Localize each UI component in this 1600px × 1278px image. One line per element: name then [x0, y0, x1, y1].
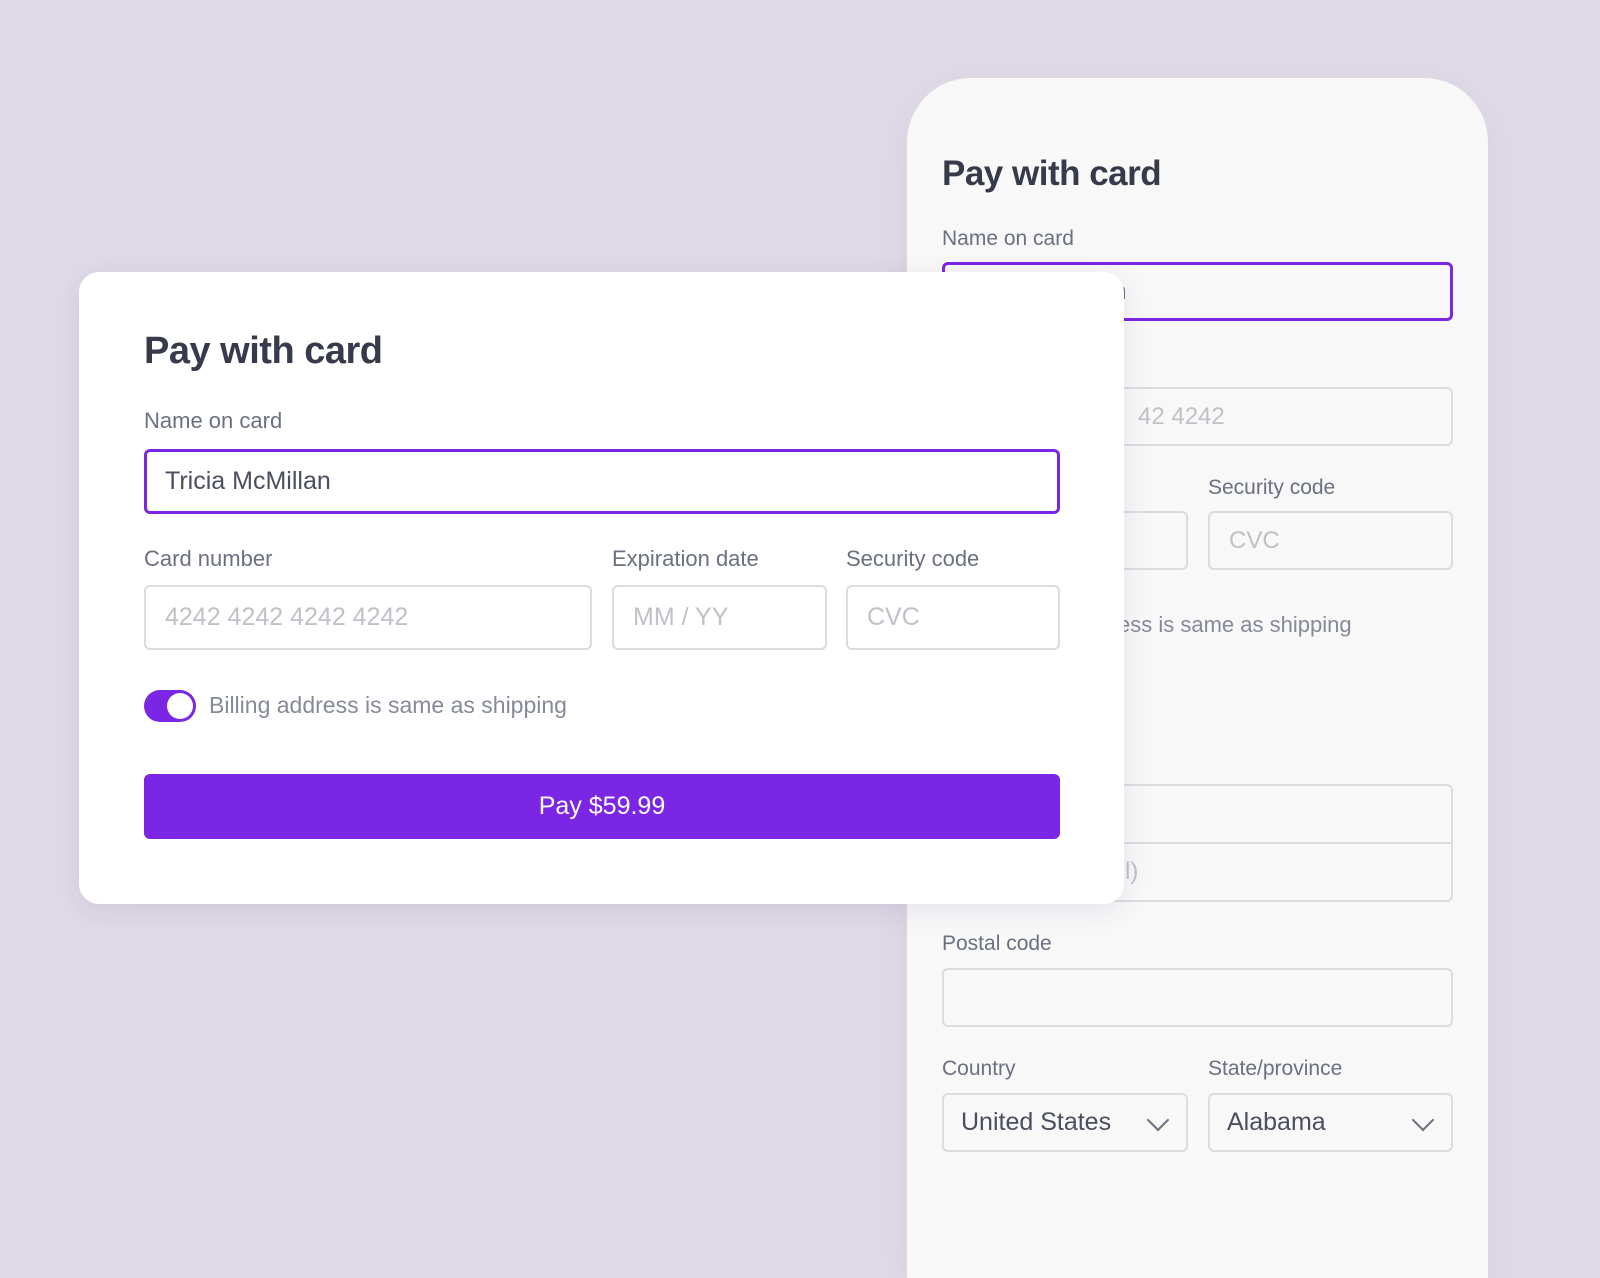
- state-select[interactable]: Alabama: [1208, 1093, 1453, 1152]
- postal-code-label: Postal code: [942, 932, 1052, 955]
- expiration-date-placeholder: MM / YY: [633, 603, 729, 631]
- billing-same-label: Billing address is same as shipping: [209, 692, 567, 718]
- security-code-placeholder: CVC: [867, 603, 920, 631]
- country-value: United States: [961, 1108, 1112, 1136]
- chevron-down-icon: [1146, 1108, 1170, 1131]
- card-number-label: Card number: [144, 546, 273, 571]
- front-payment-card: Pay with card Name on card Tricia McMill…: [79, 272, 1124, 904]
- billing-same-toggle[interactable]: [144, 690, 196, 722]
- card-number-input[interactable]: 4242 4242 4242 4242: [144, 585, 592, 650]
- postal-code-input[interactable]: [942, 968, 1453, 1027]
- back-title: Pay with card: [942, 154, 1162, 193]
- toggle-knob: [167, 693, 193, 719]
- state-label: State/province: [1208, 1057, 1343, 1080]
- name-on-card-label: Name on card: [144, 408, 283, 433]
- back-card-number-placeholder: 42 4242: [1138, 402, 1225, 430]
- name-on-card-input[interactable]: Tricia McMillan: [144, 449, 1060, 514]
- pay-button[interactable]: Pay $59.99: [144, 774, 1060, 839]
- state-value: Alabama: [1227, 1108, 1326, 1136]
- expiration-date-input[interactable]: MM / YY: [612, 585, 827, 650]
- security-code-input[interactable]: CVC: [846, 585, 1060, 650]
- name-on-card-value: Tricia McMillan: [165, 467, 331, 495]
- back-security-label: Security code: [1208, 476, 1336, 499]
- expiration-date-label: Expiration date: [612, 546, 759, 571]
- back-name-label: Name on card: [942, 227, 1074, 250]
- security-code-label: Security code: [846, 546, 980, 571]
- back-security-placeholder: CVC: [1229, 526, 1280, 554]
- chevron-down-icon: [1411, 1108, 1435, 1131]
- country-label: Country: [942, 1057, 1016, 1080]
- country-select[interactable]: United States: [942, 1093, 1188, 1152]
- card-number-placeholder: 4242 4242 4242 4242: [165, 603, 409, 631]
- page-title: Pay with card: [144, 330, 383, 372]
- back-address-line2-placeholder: l): [1125, 858, 1139, 885]
- back-security-input[interactable]: CVC: [1208, 511, 1453, 570]
- back-billing-label: ess is same as shipping: [1118, 612, 1352, 637]
